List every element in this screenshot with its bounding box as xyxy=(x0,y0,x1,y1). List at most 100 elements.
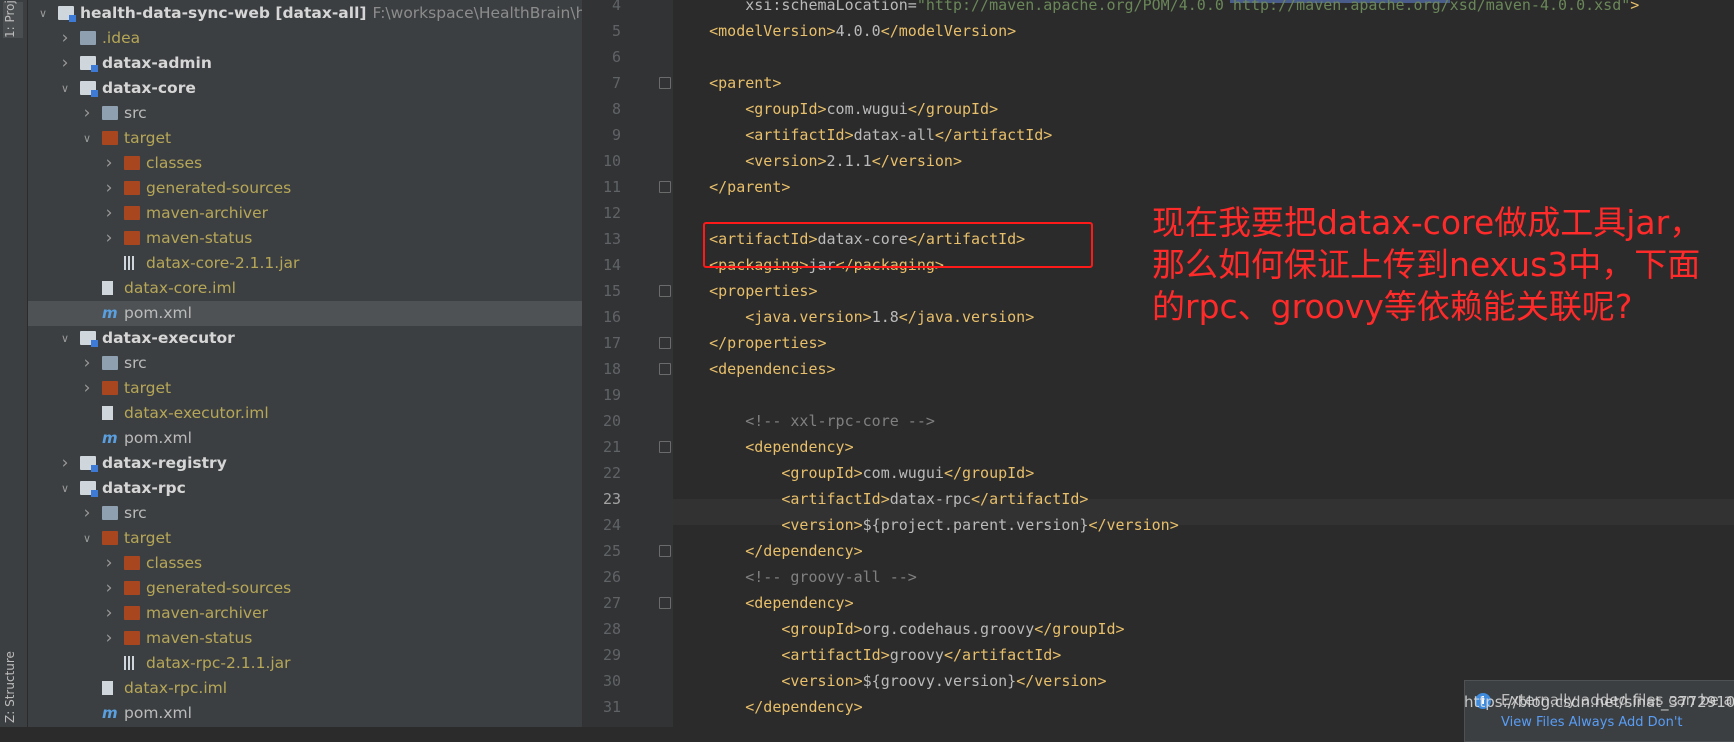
tree-row[interactable]: ∨ datax-executor xyxy=(28,326,582,351)
tree-row-label: target xyxy=(124,129,172,147)
notification-balloon[interactable]: i Externally added files can be ad View … xyxy=(1464,680,1734,742)
iml-file-icon xyxy=(102,406,113,420)
code-line[interactable]: <artifactId>datax-all</artifactId> xyxy=(673,122,1052,148)
tree-row-label: datax-core-2.1.1.jar xyxy=(146,254,300,272)
tree-row[interactable]: datax-core.iml xyxy=(28,276,582,301)
tree-row-label: maven-status xyxy=(146,629,253,647)
tree-row-label: src xyxy=(124,504,147,522)
chevron-right-icon[interactable]: › xyxy=(58,451,72,476)
tool-window-strip: 1: Project Z: Structure xyxy=(0,0,28,727)
tree-row[interactable]: ∨ target xyxy=(28,526,582,551)
code-line[interactable]: </parent> xyxy=(673,174,790,200)
chevron-down-icon[interactable]: ∨ xyxy=(58,476,72,501)
tree-row[interactable]: › classes xyxy=(28,551,582,576)
chevron-down-icon[interactable]: ∨ xyxy=(80,126,94,151)
tree-row[interactable]: › generated-sources xyxy=(28,576,582,601)
fold-marker-icon[interactable] xyxy=(659,77,671,89)
tree-row[interactable]: m pom.xml xyxy=(28,701,582,726)
chevron-right-icon[interactable]: › xyxy=(58,26,72,51)
code-line[interactable]: <dependencies> xyxy=(673,356,835,382)
tree-row[interactable]: › src xyxy=(28,351,582,376)
tree-row[interactable]: datax-core-2.1.1.jar xyxy=(28,251,582,276)
tree-row[interactable]: › datax-admin xyxy=(28,51,582,76)
tree-row[interactable]: ∨ datax-rpc xyxy=(28,476,582,501)
chevron-down-icon[interactable]: ∨ xyxy=(36,1,50,26)
tree-row[interactable]: › maven-archiver xyxy=(28,201,582,226)
chevron-down-icon[interactable]: ∨ xyxy=(80,526,94,551)
fold-marker-icon[interactable] xyxy=(659,545,671,557)
code-line[interactable]: <version>${groovy.version}</version> xyxy=(673,668,1106,694)
line-number: 16 xyxy=(602,308,621,326)
chevron-down-icon[interactable]: ∨ xyxy=(58,326,72,351)
chevron-right-icon[interactable]: › xyxy=(102,176,116,201)
code-line[interactable]: <dependency> xyxy=(673,434,853,460)
chevron-right-icon[interactable]: › xyxy=(80,101,94,126)
tree-row[interactable]: ∨ datax-core xyxy=(28,76,582,101)
code-line[interactable]: <properties> xyxy=(673,278,817,304)
tree-row[interactable]: › maven-archiver xyxy=(28,601,582,626)
fold-marker-icon[interactable] xyxy=(659,363,671,375)
tree-row[interactable]: › target xyxy=(28,376,582,401)
tree-row[interactable]: › datax-registry xyxy=(28,451,582,476)
fold-marker-icon[interactable] xyxy=(659,337,671,349)
tree-row[interactable]: ∨ health-data-sync-web [datax-all] F:\work… xyxy=(28,1,582,26)
tree-row[interactable]: › generated-sources xyxy=(28,176,582,201)
code-line[interactable]: </properties> xyxy=(673,330,826,356)
code-line[interactable]: <groupId>com.wugui</groupId> xyxy=(673,96,998,122)
code-line[interactable]: </dependency> xyxy=(673,694,862,720)
chevron-down-icon[interactable]: ∨ xyxy=(58,76,72,101)
fold-marker-icon[interactable] xyxy=(659,285,671,297)
tree-row[interactable]: datax-rpc.iml xyxy=(28,676,582,701)
tree-row[interactable]: › .idea xyxy=(28,26,582,51)
notification-links[interactable]: View Files Always Add Don't xyxy=(1501,715,1683,730)
excluded-folder-icon xyxy=(124,606,140,620)
chevron-right-icon[interactable]: › xyxy=(102,226,116,251)
code-line[interactable]: </dependency> xyxy=(673,538,862,564)
chevron-right-icon[interactable]: › xyxy=(58,51,72,76)
code-line[interactable]: <modelVersion>4.0.0</modelVersion> xyxy=(673,18,1016,44)
chevron-right-icon[interactable]: › xyxy=(102,626,116,651)
structure-tool-tab[interactable]: Z: Structure xyxy=(3,633,23,723)
line-number: 6 xyxy=(611,48,621,66)
code-line[interactable]: <artifactId>groovy</artifactId> xyxy=(673,642,1061,668)
code-line[interactable]: <!-- groovy-all --> xyxy=(673,564,917,590)
chevron-right-icon[interactable]: › xyxy=(102,551,116,576)
tree-row[interactable]: › classes xyxy=(28,151,582,176)
tree-row-label: classes xyxy=(146,154,203,172)
chevron-right-icon[interactable]: › xyxy=(80,501,94,526)
tree-row[interactable]: › src xyxy=(28,501,582,526)
chevron-right-icon[interactable]: › xyxy=(102,576,116,601)
tree-row[interactable]: m pom.xml xyxy=(28,426,582,451)
chevron-right-icon[interactable]: › xyxy=(102,201,116,226)
code-line[interactable]: <!-- xxl-rpc-core --> xyxy=(673,408,935,434)
tree-row[interactable]: › maven-status xyxy=(28,226,582,251)
tree-row-label: datax-executor.iml xyxy=(124,404,269,422)
project-tool-tab[interactable]: 1: Project xyxy=(3,0,23,38)
chevron-right-icon[interactable]: › xyxy=(102,601,116,626)
tree-row[interactable]: ∨ target xyxy=(28,126,582,151)
tree-row[interactable]: › maven-status xyxy=(28,626,582,651)
fold-marker-icon[interactable] xyxy=(659,441,671,453)
project-tree[interactable]: ∨ health-data-sync-web [datax-all] F:\work… xyxy=(28,0,583,727)
code-line[interactable]: <groupId>org.codehaus.groovy</groupId> xyxy=(673,616,1124,642)
tree-row[interactable]: m pom.xml xyxy=(28,301,582,326)
tree-row[interactable]: datax-rpc-2.1.1.jar xyxy=(28,651,582,676)
fold-marker-icon[interactable] xyxy=(659,597,671,609)
code-line[interactable]: <artifactId>datax-rpc</artifactId> xyxy=(673,486,1088,512)
code-line[interactable]: xsi:schemaLocation="http://maven.apache.… xyxy=(673,0,1639,18)
tree-row[interactable]: datax-executor.iml xyxy=(28,401,582,426)
chevron-right-icon[interactable]: › xyxy=(102,151,116,176)
code-line[interactable]: <java.version>1.8</java.version> xyxy=(673,304,1034,330)
line-number: 22 xyxy=(602,464,621,482)
code-line[interactable]: <parent> xyxy=(673,70,781,96)
code-line[interactable]: <dependency> xyxy=(673,590,853,616)
fold-marker-icon[interactable] xyxy=(659,181,671,193)
module-folder-icon xyxy=(80,331,98,347)
code-line[interactable]: <version>${project.parent.version}</vers… xyxy=(673,512,1178,538)
code-line[interactable]: <groupId>com.wugui</groupId> xyxy=(673,460,1034,486)
tree-row[interactable]: › src xyxy=(28,101,582,126)
tree-row-label: generated-sources xyxy=(146,579,292,597)
code-line[interactable]: <version>2.1.1</version> xyxy=(673,148,962,174)
chevron-right-icon[interactable]: › xyxy=(80,376,94,401)
chevron-right-icon[interactable]: › xyxy=(80,351,94,376)
